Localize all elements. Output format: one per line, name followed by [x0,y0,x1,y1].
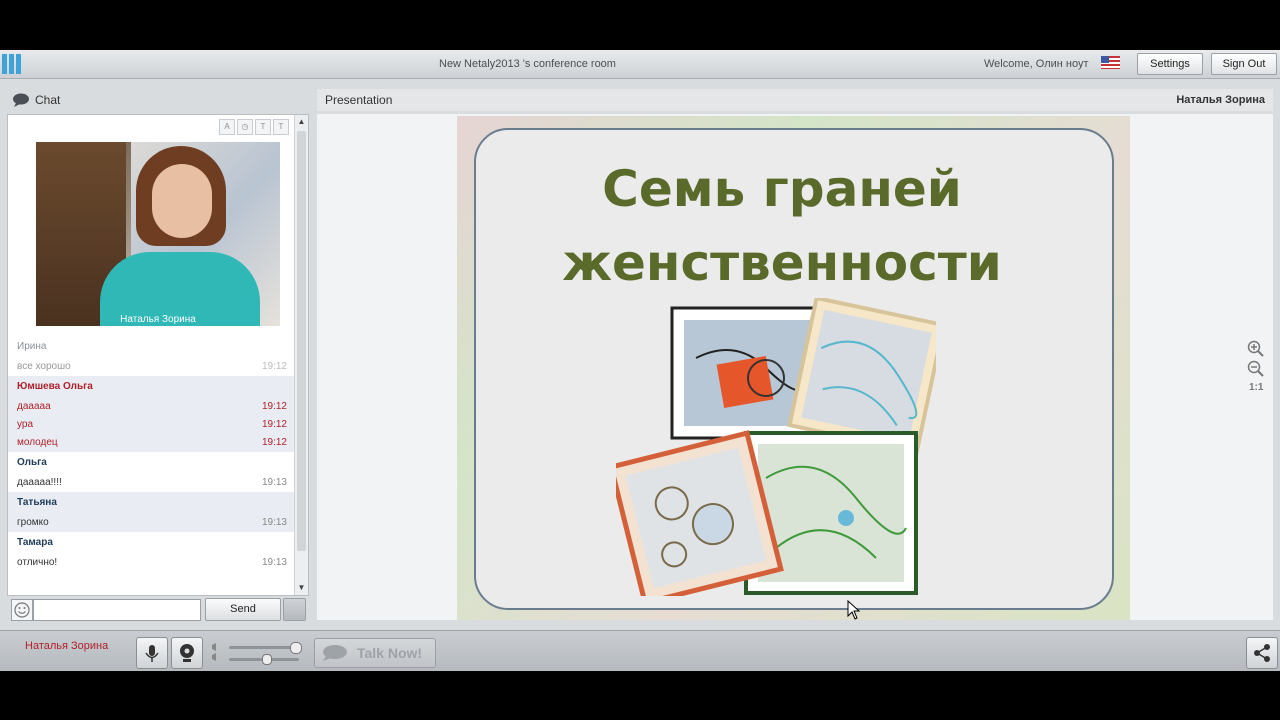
message-author: Тамара [17,537,53,548]
chat-header: Chat [12,89,308,111]
welcome-text: Welcome, Олин ноут [984,58,1089,70]
chat-message-input[interactable] [33,599,201,621]
webcam-button[interactable] [171,637,203,669]
message-text: все хорошо [17,361,71,372]
video-caption: Наталья Зорина [120,314,196,325]
message-group: Юмшева Ольга дааааа 19:12 ура 19:12 моло… [8,376,295,452]
chat-panel: A ◷ T T Наталья Зорина Ирина все хорошо … [7,114,309,596]
message-author: Юмшева Ольга [17,381,93,392]
message-time: 19:12 [261,361,287,372]
slide-title-line-2: женственности [562,234,1002,292]
slide-title-line-1: Семь граней [602,160,962,218]
presentation-header: Presentation Наталья Зорина [317,89,1273,111]
speech-bubble-icon [323,645,347,661]
sign-out-button[interactable]: Sign Out [1211,53,1277,75]
message-row: отлично! 19:13 [8,554,295,572]
font-icon[interactable]: A [219,119,235,135]
zoom-in-icon[interactable] [1247,340,1265,358]
scroll-up-icon[interactable]: ▲ [295,115,308,129]
message-author: Ирина [17,341,47,352]
presentation-title: Presentation [325,93,393,107]
slide: Семь граней женственности [457,116,1130,620]
webcam-video: Наталья Зорина [36,142,280,326]
presentation-canvas: Семь граней женственности 1:1 [317,114,1273,620]
clock-icon[interactable]: ◷ [237,119,253,135]
webcam-icon [180,644,194,662]
message-text: отлично! [17,557,58,568]
room-title: New Netaly2013 's conference room [439,58,616,70]
message-author: Ольга [17,457,47,468]
share-icon [1254,644,1270,662]
chat-bubble-icon [13,93,29,107]
scroll-down-icon[interactable]: ▼ [295,581,308,595]
message-text: дааааа [17,401,51,412]
scroll-thumb[interactable] [297,131,306,551]
message-text: ура [17,419,34,430]
current-user-name: Наталья Зорина [25,640,109,652]
message-row: ура 19:12 [8,416,295,434]
top-bar: New Netaly2013 's conference room Welcom… [0,50,1280,79]
volume-slider[interactable] [229,646,299,649]
text-size-down-icon[interactable]: T [273,119,289,135]
send-button[interactable]: Send [205,598,281,621]
logo-icon [2,54,21,74]
message-row: все хорошо 19:12 [8,358,295,376]
chat-toolbar: A ◷ T T [219,119,289,135]
message-text: дааааа!!!! [17,477,62,488]
message-time: 19:13 [261,477,287,488]
chat-scrollbar[interactable]: ▲ ▼ [294,115,308,595]
slide-content: Семь граней женственности [474,128,1114,610]
zoom-reset-button[interactable]: 1:1 [1249,382,1263,393]
smiley-icon [14,602,30,618]
chat-messages: Ирина все хорошо 19:12 Юмшева Ольга дааа… [8,336,295,572]
smiley-button[interactable] [11,599,33,621]
microphone-button[interactable] [136,637,168,669]
extra-send-button[interactable] [283,598,306,621]
message-text: громко [17,517,49,528]
message-author: Татьяна [17,497,57,508]
message-time: 19:12 [261,419,287,430]
volume-slider-handle[interactable] [290,642,302,654]
speaker-icon [212,643,216,661]
message-time: 19:13 [261,557,287,568]
mouse-cursor-icon [847,600,861,620]
presenter-name: Наталья Зорина [1176,94,1265,106]
message-row: громко 19:13 [8,514,295,532]
settings-button[interactable]: Settings [1137,53,1203,75]
slide-title: Семь граней женственности [476,152,1088,300]
share-button[interactable] [1246,637,1278,669]
mic-level-slider-handle[interactable] [262,654,272,665]
microphone-icon [145,645,159,662]
message-time: 19:13 [261,517,287,528]
message-time: 19:12 [261,437,287,448]
message-row: дааааа!!!! 19:13 [8,474,295,492]
art-collage [616,298,936,596]
face-shape [152,164,212,238]
message-row: дааааа 19:12 [8,398,295,416]
message-group: Татьяна громко 19:13 [8,492,295,532]
bottom-bar: Наталья Зорина Talk Now! [0,630,1280,671]
flag-icon[interactable] [1101,56,1120,69]
chat-title: Chat [35,93,61,107]
zoom-out-icon[interactable] [1247,360,1265,378]
message-row: молодец 19:12 [8,434,295,452]
text-size-up-icon[interactable]: T [255,119,271,135]
talk-now-label: Talk Now! [357,645,423,661]
talk-now-button[interactable]: Talk Now! [314,638,436,668]
message-time: 19:12 [261,401,287,412]
message-text: молодец [17,437,58,448]
